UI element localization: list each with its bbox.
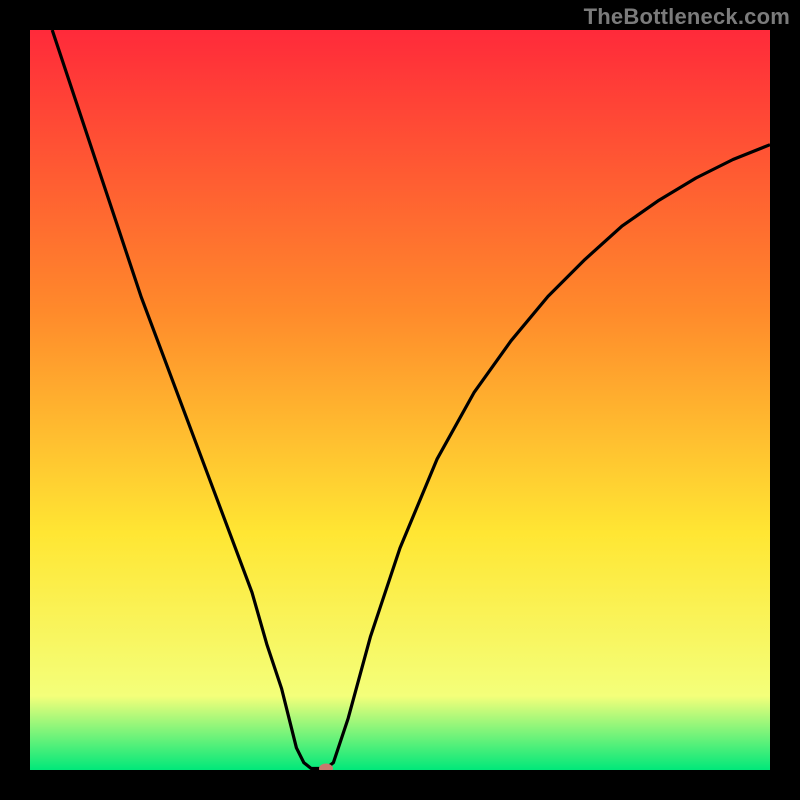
plot-area (30, 30, 770, 770)
gradient-background (30, 30, 770, 770)
chart-container: TheBottleneck.com (0, 0, 800, 800)
watermark-text: TheBottleneck.com (584, 4, 790, 30)
bottleneck-chart (30, 30, 770, 770)
